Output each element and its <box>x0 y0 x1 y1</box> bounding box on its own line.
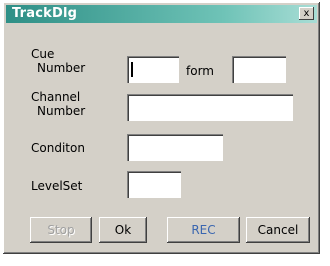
level-set-label: LevelSet <box>31 179 83 193</box>
form-label: form <box>186 64 214 78</box>
cancel-button[interactable]: Cancel <box>246 217 310 243</box>
cue-number-field[interactable] <box>127 56 179 83</box>
condition-field[interactable] <box>127 134 223 161</box>
channel-number-label-line2: Number <box>37 104 86 118</box>
rec-button[interactable]: REC <box>167 217 240 243</box>
window-title: TrackDlg <box>12 6 78 21</box>
channel-number-label-line1: Channel <box>31 90 81 104</box>
form-field[interactable] <box>232 56 286 83</box>
close-button[interactable]: x <box>299 7 314 20</box>
track-dialog: TrackDlg x Cue Number form Channel Numbe… <box>3 2 320 254</box>
channel-number-field[interactable] <box>127 94 293 121</box>
condition-label: Conditon <box>31 141 85 155</box>
level-set-field[interactable] <box>127 171 181 198</box>
cue-number-label-line2: Number <box>37 61 86 75</box>
ok-button[interactable]: Ok <box>99 217 147 243</box>
cue-number-label-line1: Cue <box>31 47 55 61</box>
close-icon: x <box>303 8 310 19</box>
channel-number-label: Channel Number <box>31 90 85 118</box>
stop-button[interactable]: Stop <box>30 217 92 243</box>
text-caret <box>131 62 133 77</box>
cue-number-label: Cue Number <box>31 47 85 75</box>
title-bar[interactable]: TrackDlg x <box>6 5 317 23</box>
